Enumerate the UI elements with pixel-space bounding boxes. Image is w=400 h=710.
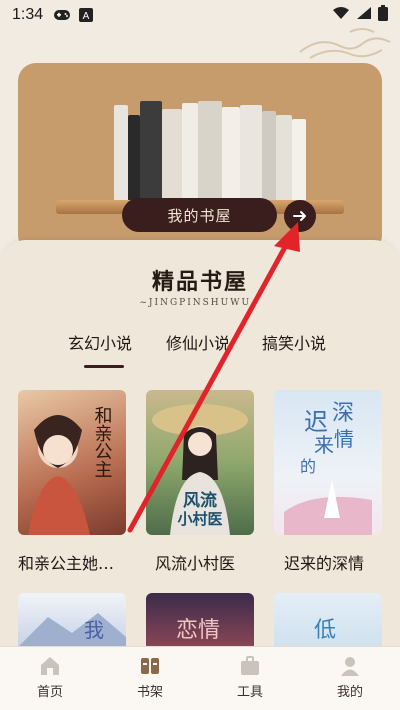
book-title[interactable]: 风流小村医 xyxy=(155,550,235,574)
cover-text: 我 xyxy=(84,618,104,642)
toolbox-icon xyxy=(241,656,259,675)
svg-text:情: 情 xyxy=(334,427,354,451)
svg-text:风流: 风流 xyxy=(183,490,217,511)
book-cover[interactable]: 我 xyxy=(18,593,126,647)
cover-text: 低 xyxy=(314,618,336,643)
svg-text:小村医: 小村医 xyxy=(177,510,222,528)
book-cover[interactable]: 风流 小村医 xyxy=(146,390,254,535)
nav-tools[interactable]: 工具 xyxy=(220,655,280,700)
nav-home[interactable]: 首页 xyxy=(20,655,80,700)
status-time: 1:34 xyxy=(12,6,44,23)
svg-text:迟: 迟 xyxy=(304,408,328,436)
a-badge-icon: A xyxy=(77,8,95,22)
book-title[interactable]: 和亲公主她… xyxy=(18,550,114,574)
book-title[interactable]: 迟来的深情 xyxy=(284,550,364,574)
nav-tools-label: 工具 xyxy=(236,685,263,700)
svg-text:来: 来 xyxy=(314,433,334,457)
cover-text: 和亲公主 xyxy=(92,406,113,478)
tab-xiuxian[interactable]: 修仙小说 xyxy=(166,330,230,354)
cover-text: 恋情 xyxy=(176,618,220,643)
section-title: 精品书屋 xyxy=(151,269,248,295)
person-icon xyxy=(341,657,359,676)
tab-gaoxiao[interactable]: 搞笑小说 xyxy=(262,330,326,354)
svg-text:的: 的 xyxy=(300,457,316,476)
book-cover[interactable]: 低 xyxy=(274,593,382,647)
my-bookshelf-button[interactable]: 我的书屋 xyxy=(122,198,277,232)
go-to-shelf-button[interactable] xyxy=(284,200,316,232)
tab-indicator xyxy=(84,365,124,368)
svg-text:A: A xyxy=(83,11,90,22)
cloud-decoration-icon xyxy=(299,28,391,59)
bookshelf-icon xyxy=(141,658,159,674)
nav-bookshelf[interactable]: 书架 xyxy=(120,655,180,700)
book-cover[interactable]: 和亲公主 xyxy=(18,390,126,535)
arrow-right-icon xyxy=(293,211,306,221)
nav-home-label: 首页 xyxy=(36,685,63,700)
nav-profile[interactable]: 我的 xyxy=(320,655,380,700)
nav-profile-label: 我的 xyxy=(336,685,363,700)
book-cover[interactable]: 恋情 xyxy=(146,593,254,647)
book-cover[interactable]: 迟 深 来 情 的 xyxy=(274,390,382,535)
svg-text:深: 深 xyxy=(332,401,354,426)
tab-xuanhuan[interactable]: 玄幻小说 xyxy=(68,330,132,354)
section-subtitle: ~JINGPINSHUWU~ xyxy=(139,298,261,308)
gamepad-icon xyxy=(53,8,71,22)
featured-panel: 精品书屋 ~JINGPINSHUWU~ 玄幻小说 修仙小说 搞笑小说 和亲公主 … xyxy=(0,240,400,660)
bottom-nav: 首页 书架 工具 我的 xyxy=(0,646,400,710)
nav-bookshelf-label: 书架 xyxy=(136,685,163,700)
home-icon xyxy=(41,657,59,675)
